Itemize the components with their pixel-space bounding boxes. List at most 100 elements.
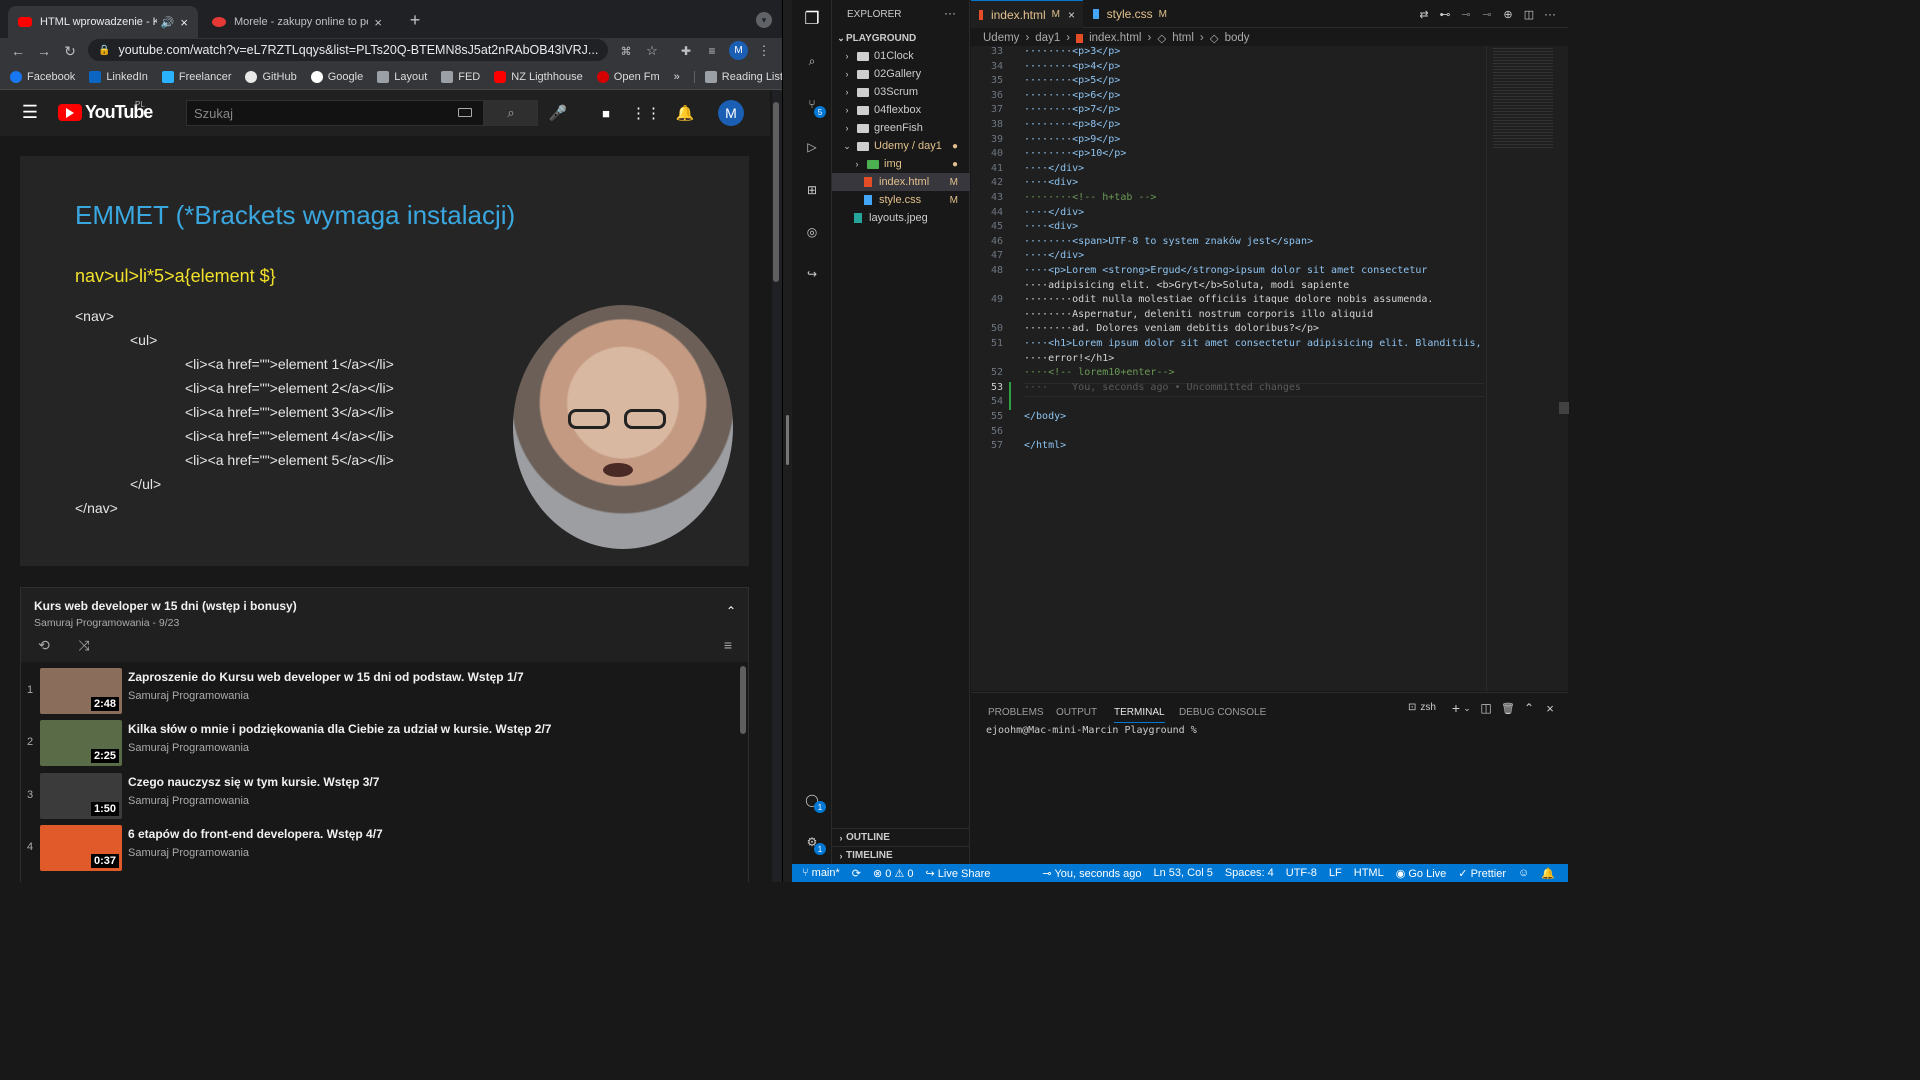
git-blame[interactable]: ⊸ You, seconds ago <box>1042 867 1141 880</box>
more-actions-icon[interactable]: ··· <box>944 6 956 20</box>
playlist-item[interactable]: 3 1:50 Czego nauczysz się w tym kursie. … <box>20 771 730 823</box>
end-of-line[interactable]: LF <box>1329 867 1342 879</box>
code-line[interactable]: </body> <box>1024 411 1066 422</box>
feedback-icon[interactable]: ☺ <box>1518 867 1529 879</box>
hamburger-menu-icon[interactable]: ☰ <box>20 102 40 122</box>
search-icon[interactable]: ⌕ <box>802 51 822 71</box>
problems-count[interactable]: ⊗ 0 ⚠ 0 <box>873 867 913 880</box>
breadcrumb-item[interactable]: Udemy <box>983 32 1019 44</box>
browser-tab-youtube[interactable]: HTML wprowadzenie - Kur 🔊 × <box>8 6 198 38</box>
go-back-change-icon[interactable]: ⊷ <box>1438 6 1452 22</box>
media-control-icon[interactable]: ≡ <box>704 41 720 61</box>
bookmark-layout[interactable]: Layout <box>377 70 427 83</box>
profile-avatar[interactable]: M <box>729 41 748 60</box>
search-button[interactable]: ⌕ <box>484 100 538 126</box>
cursor-position[interactable]: Ln 53, Col 5 <box>1154 867 1213 879</box>
browser-tab-morele[interactable]: Morele - zakupy online to pest × <box>202 6 392 38</box>
breadcrumb-item[interactable]: body <box>1225 32 1250 44</box>
account-avatar[interactable]: M <box>718 100 744 126</box>
back-icon[interactable]: ← <box>8 41 28 61</box>
extensions-icon[interactable]: ✚ <box>678 41 694 61</box>
collapse-chevron-icon[interactable]: ⌃ <box>723 603 739 619</box>
resize-handle[interactable] <box>786 415 789 465</box>
minimap-slider[interactable] <box>1559 402 1569 414</box>
tree-item[interactable]: › greenFish <box>832 119 970 137</box>
notifications-bell-icon[interactable]: 🔔 <box>675 102 695 124</box>
tab-output[interactable]: OUTPUT <box>1056 707 1097 718</box>
tree-item[interactable]: style.css M <box>832 191 970 209</box>
breadcrumb-item[interactable]: html <box>1172 32 1194 44</box>
code-line[interactable]: </html> <box>1024 440 1066 451</box>
tree-item[interactable]: › 03Scrum <box>832 83 970 101</box>
tree-item[interactable]: › 04flexbox <box>832 101 970 119</box>
bookmark-facebook[interactable]: Facebook <box>10 70 75 83</box>
bookmark-linkedin[interactable]: LinkedIn <box>89 70 148 83</box>
close-panel-icon[interactable]: × <box>1543 701 1557 716</box>
code-line[interactable]: ········ad. Dolores veniam debitis dolor… <box>1024 323 1319 334</box>
speaker-icon[interactable]: 🔊 <box>161 16 175 29</box>
apps-grid-icon[interactable]: ⋮⋮ <box>631 102 661 124</box>
close-icon[interactable]: × <box>1068 8 1075 22</box>
indentation[interactable]: Spaces: 4 <box>1225 867 1274 879</box>
editor-tab-index-html[interactable]: index.html M × <box>971 0 1083 28</box>
explorer-icon[interactable]: ❐ <box>802 9 822 29</box>
code-line[interactable]: ········<p>5</p> <box>1024 75 1120 86</box>
tab-terminal[interactable]: TERMINAL <box>1114 707 1165 723</box>
minimap[interactable] <box>1486 46 1569 691</box>
sync-icon[interactable]: ⟳ <box>852 867 861 880</box>
bookmark-fed[interactable]: FED <box>441 70 480 83</box>
compare-changes-icon[interactable]: ⇄ <box>1417 6 1431 22</box>
tab-search-icon[interactable]: ▾ <box>756 12 772 28</box>
code-line[interactable]: ········<p>3</p> <box>1024 46 1120 57</box>
code-line[interactable]: ········Aspernatur, deleniti nostrum cor… <box>1024 309 1373 320</box>
split-editor-icon[interactable]: ◫ <box>1522 6 1536 22</box>
git-graph-icon[interactable]: ◎ <box>802 222 822 242</box>
code-line[interactable]: ····</div> <box>1024 163 1084 174</box>
tree-item[interactable]: ⌄ Udemy / day1 ● <box>832 137 970 155</box>
code-line[interactable]: ····<div> <box>1024 221 1078 232</box>
workspace-header[interactable]: ⌄ PLAYGROUND <box>832 29 970 47</box>
playlist-scrollbar[interactable] <box>740 666 746 734</box>
tab-problems[interactable]: PROBLEMS <box>988 707 1044 718</box>
notifications-bell-icon[interactable]: 🔔 <box>1541 867 1555 880</box>
bookmark-freelancer[interactable]: Freelancer <box>161 70 231 83</box>
address-bar[interactable]: 🔒 youtube.com/watch?v=eL7RZTLqqys&list=P… <box>88 39 608 61</box>
live-share-icon[interactable]: ↪ <box>802 264 822 284</box>
playlist-item[interactable]: 1 2:48 Zaproszenie do Kursu web develope… <box>20 666 730 718</box>
code-line[interactable]: ····<div> <box>1024 177 1078 188</box>
tree-item[interactable]: › img ● <box>832 155 970 173</box>
go-live[interactable]: ◉ Go Live <box>1396 867 1447 880</box>
language-mode[interactable]: HTML <box>1354 867 1384 879</box>
code-line[interactable]: ········<span>UTF-8 to system znaków jes… <box>1024 236 1313 247</box>
git-next-icon[interactable]: ⊸ <box>1480 6 1494 22</box>
playlist-item[interactable]: 2 2:25 Kilka słów o mnie i podziękowania… <box>20 718 730 770</box>
code-line[interactable]: ········<p>9</p> <box>1024 134 1120 145</box>
close-tab-icon[interactable]: × <box>180 15 188 30</box>
code-line[interactable]: ········<p>4</p> <box>1024 61 1120 72</box>
shuffle-icon[interactable]: ⤨ <box>75 636 93 654</box>
bookmark-github[interactable]: GitHub <box>245 70 297 83</box>
breadcrumb-item[interactable]: index.html <box>1089 32 1141 44</box>
run-debug-icon[interactable]: ▷ <box>802 137 822 157</box>
git-commit-icon[interactable]: ⊸ <box>1459 6 1473 22</box>
window-divider[interactable] <box>782 0 792 882</box>
scrollbar-thumb[interactable] <box>773 102 779 282</box>
playlist-add-icon[interactable]: ≡ <box>719 636 737 654</box>
more-actions-icon[interactable]: ··· <box>1543 6 1557 22</box>
keyboard-icon[interactable] <box>458 108 472 117</box>
open-changes-icon[interactable]: ⊕ <box>1501 6 1515 22</box>
code-line[interactable]: ····error!</h1> <box>1024 353 1114 364</box>
playlist-title[interactable]: Kurs web developer w 15 dni (wstęp i bon… <box>34 599 297 613</box>
bookmark-google[interactable]: Google <box>310 70 363 83</box>
forward-icon[interactable]: → <box>34 41 54 61</box>
code-line[interactable]: ····<p>Lorem <strong>Ergud</strong>ipsum… <box>1024 265 1427 276</box>
bookmark-star-icon[interactable]: ☆ <box>644 41 660 61</box>
code-line[interactable]: ····</div> <box>1024 207 1084 218</box>
playlist-item[interactable]: 4 0:37 6 etapów do front-end developera.… <box>20 823 730 875</box>
outline-section[interactable]: › OUTLINE <box>832 828 970 846</box>
code-line[interactable]: ········<p>10</p> <box>1024 148 1126 159</box>
breadcrumb-item[interactable]: day1 <box>1035 32 1060 44</box>
tree-item[interactable]: index.html M <box>832 173 970 191</box>
code-line[interactable]: ········<p>8</p> <box>1024 119 1120 130</box>
new-terminal-icon[interactable]: + <box>1449 700 1463 716</box>
